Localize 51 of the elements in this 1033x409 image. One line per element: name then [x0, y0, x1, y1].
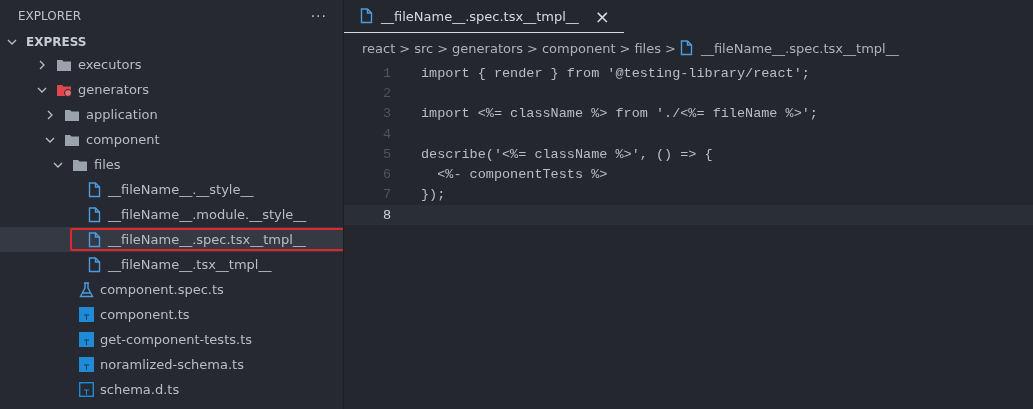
folder-icon	[72, 157, 88, 172]
typescript-icon	[78, 382, 94, 397]
breadcrumb[interactable]: src	[414, 40, 434, 56]
editor-tab[interactable]: __fileName__.spec.tsx__tmpl__ ×	[344, 0, 624, 33]
tree-item[interactable]: noramlized-schema.ts	[0, 352, 343, 377]
breadcrumb[interactable]: component	[541, 40, 616, 56]
code-text: });	[421, 187, 446, 203]
breadcrumb[interactable]: generators	[452, 40, 524, 56]
tree-item[interactable]: __fileName__.module.__style__	[0, 202, 343, 227]
close-icon[interactable]: ×	[594, 5, 610, 27]
flask-icon	[78, 281, 94, 298]
folder-icon	[64, 107, 80, 122]
tree-item[interactable]: __fileName__.tsx__tmpl__	[0, 252, 343, 277]
tree-item[interactable]: get-component-tests.ts	[0, 327, 343, 352]
breadcrumb[interactable]: react	[362, 40, 396, 56]
breadcrumb[interactable]: files	[634, 40, 661, 56]
tree-item[interactable]: executors	[0, 52, 343, 77]
tree-item[interactable]: component	[0, 127, 343, 152]
folder-icon	[64, 132, 80, 147]
section-header[interactable]: EXPRESS	[0, 32, 343, 52]
tree-item[interactable]: component.spec.ts	[0, 277, 343, 302]
typescript-icon	[78, 357, 94, 372]
line-number: 8	[381, 207, 391, 223]
breadcrumb-separator: >	[437, 40, 449, 56]
breadcrumb-separator: >	[619, 40, 631, 56]
file-icon	[679, 40, 693, 56]
file-icon	[360, 8, 373, 24]
tree-item[interactable]: component.ts	[0, 302, 343, 327]
tree-item[interactable]: schema.d.ts	[0, 377, 343, 402]
code-text: describe('<%= className %>', () => {	[421, 146, 713, 162]
tree-item[interactable]: application	[0, 102, 343, 127]
breadcrumb-separator: >	[527, 40, 538, 56]
tree-item[interactable]: __fileName__.spec.tsx__tmpl__	[0, 227, 343, 252]
tree-item[interactable]: files	[0, 152, 343, 177]
folder-icon	[56, 82, 72, 97]
folder-icon	[56, 57, 72, 72]
typescript-icon	[78, 307, 94, 322]
file-icon	[87, 181, 101, 198]
panel-title: EXPLORER	[18, 9, 81, 23]
file-icon	[87, 231, 101, 248]
breadcrumb-separator: >	[665, 40, 676, 56]
file-icon	[87, 206, 101, 223]
code-text: <%- componentTests %>	[436, 167, 608, 183]
file-icon	[87, 256, 101, 273]
code-text: import <%= className %> from './<%= fileName %>';	[421, 106, 818, 122]
more-button[interactable]: ···	[310, 8, 327, 24]
code-text: import { render } from '@testing-library/react';	[421, 65, 810, 81]
breadcrumb-separator: >	[399, 40, 411, 56]
tree-item[interactable]: __fileName__.__style__	[0, 177, 343, 202]
typescript-icon	[78, 332, 94, 347]
tree-item[interactable]: generators	[0, 77, 343, 102]
